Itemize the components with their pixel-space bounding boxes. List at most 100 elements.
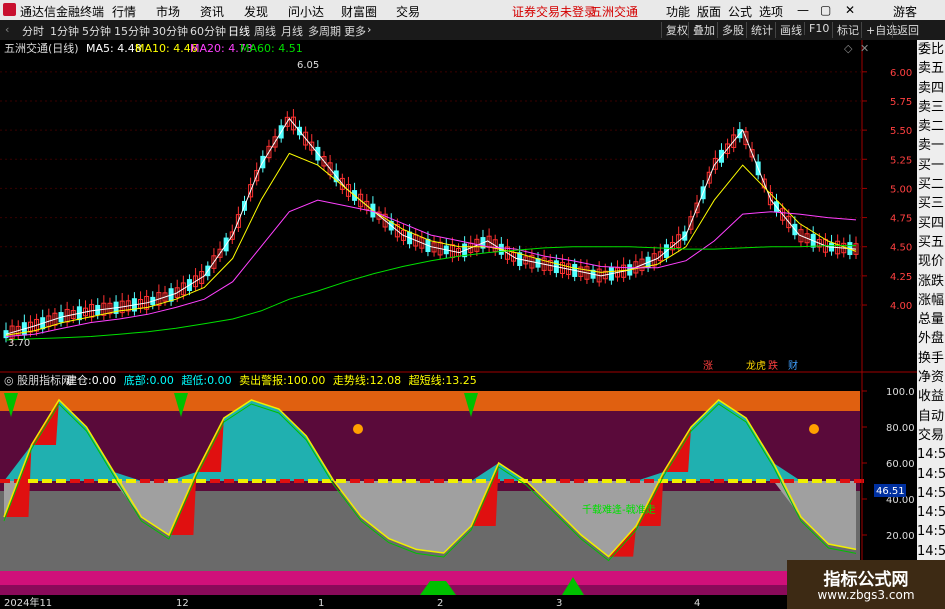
watermark-url: www.zbgs3.com [817, 588, 915, 602]
indicator-y-tick: 20.00 [886, 531, 915, 542]
quote-panel-item[interactable]: 卖四 [917, 79, 945, 98]
title-bar: 通达信金融终端 行情 市场 资讯 发现 问小达 财富圈 交易 证券交易未登录 五… [0, 0, 945, 20]
minimize-button[interactable]: — [797, 3, 809, 17]
period-daily[interactable]: 日线 [228, 23, 250, 39]
quote-panel-item[interactable]: 委比 [917, 40, 945, 59]
period-toolbar: ‹ 分时 1分钟 5分钟 15分钟 30分钟 60分钟 日线 周线 月线 多周期… [0, 20, 945, 41]
site-watermark: 指标公式网 www.zbgs3.com [787, 560, 945, 609]
close-button[interactable]: ✕ [845, 3, 855, 17]
menu-item-news[interactable]: 资讯 [200, 3, 224, 20]
indicator-chart[interactable]: 100.080.0060.0040.0020.00 千载难逢-戟准走 ◎ 股朋指… [0, 373, 917, 609]
quote-panel-item[interactable]: 买五 [917, 233, 945, 252]
quote-panel-item[interactable]: 卖二 [917, 117, 945, 136]
menu-item-trade[interactable]: 交易 [396, 3, 420, 20]
user-label[interactable]: 游客 [893, 3, 917, 20]
quote-panel-item[interactable]: 总量 [917, 310, 945, 329]
menu-item-market[interactable]: 市场 [156, 3, 180, 20]
event-tag-finance[interactable]: 财 [788, 359, 798, 372]
watermark-title: 指标公式网 [823, 570, 909, 590]
quote-panel-item[interactable]: 涨幅 [917, 291, 945, 310]
period-multi[interactable]: 多周期 [308, 23, 341, 39]
tool-overlay[interactable]: 叠加 [688, 22, 715, 38]
menu-item-ask[interactable]: 问小达 [288, 3, 324, 20]
quote-panel-item[interactable]: 换手 [917, 349, 945, 368]
menu-item-wealth[interactable]: 财富圈 [341, 3, 377, 20]
indicator-values: 建仓:0.00 底部:0.00 超低:0.00 卖出警报:100.00 走势线:… [66, 373, 477, 387]
settings-diamond-icon[interactable]: ◇ [844, 42, 853, 55]
tool-multi-stock[interactable]: 多股 [717, 22, 744, 38]
signal-annotation: 千载难逢-戟准走 [582, 503, 656, 516]
tool-mark[interactable]: 标记 [832, 22, 859, 38]
tool-stats[interactable]: 统计 [746, 22, 773, 38]
quote-panel-item[interactable]: 净资 [917, 368, 945, 387]
period-monthly[interactable]: 月线 [281, 23, 303, 39]
quote-panel-item[interactable]: 14:56 [917, 465, 945, 484]
chevron-right-icon[interactable]: › [367, 23, 371, 36]
back-icon[interactable]: ‹ [5, 23, 9, 36]
tool-back[interactable]: 返回 [892, 22, 919, 38]
quote-panel-item[interactable]: 收益 [917, 387, 945, 406]
quote-panel-item[interactable]: 买三 [917, 194, 945, 213]
y-tick-label: 6.00 [890, 68, 912, 79]
x-label: 2024年11 [4, 596, 52, 609]
period-more[interactable]: 更多 [344, 23, 366, 39]
event-tag-dragon[interactable]: 龙虎 [746, 359, 766, 372]
menu-item-formula[interactable]: 公式 [728, 3, 752, 20]
menu-item-quotes[interactable]: 行情 [112, 3, 136, 20]
quote-panel-item[interactable]: 14:56 [917, 522, 945, 541]
login-warning[interactable]: 证券交易未登录 [512, 3, 596, 20]
quote-panel-item[interactable]: 14:56 [917, 503, 945, 522]
ma10-label: MA10: 4.46 [135, 42, 198, 55]
quote-panel-item[interactable]: 14:56 [917, 445, 945, 464]
quote-side-panel: 委比 卖五 卖四 卖三 卖二 卖一 买一 买二 买三 买四 买五 现价 涨跌 涨幅 总量 外盘 换手 净资 收益 自动… [917, 40, 945, 609]
quote-panel-item[interactable]: 交易 [917, 426, 945, 445]
quote-panel-item[interactable]: 14:56 [917, 484, 945, 503]
x-label: 3 [556, 598, 562, 609]
maximize-button[interactable]: ▢ [820, 3, 831, 17]
y-tick-label: 4.25 [890, 272, 912, 283]
y-tick-label: 5.50 [890, 126, 912, 137]
indicator-y-tick: 60.00 [886, 459, 915, 470]
quote-panel-item[interactable]: 买一 [917, 156, 945, 175]
tool-draw[interactable]: 画线 [775, 22, 802, 38]
quote-panel-item[interactable]: 现价 [917, 252, 945, 271]
period-intraday[interactable]: 分时 [22, 23, 44, 39]
quote-panel-item[interactable]: 卖五 [917, 59, 945, 78]
tool-adjust[interactable]: 复权 [661, 22, 688, 38]
period-15min[interactable]: 15分钟 [114, 23, 150, 39]
quote-panel-item[interactable]: 涨跌 [917, 272, 945, 291]
menu-item-options[interactable]: 选项 [759, 3, 783, 20]
current-stock: 五洲交通 [590, 5, 639, 19]
quote-panel-item[interactable]: 买二 [917, 175, 945, 194]
menu-item-function[interactable]: 功能 [666, 3, 690, 20]
price-chart[interactable]: 6.00 5.75 5.50 5.25 5.00 4.75 4.50 4.25 4.00 五洲交… [0, 40, 917, 373]
period-30min[interactable]: 30分钟 [152, 23, 188, 39]
low-price-label: 3.70 [8, 338, 30, 349]
event-tag-down[interactable]: 跌 [768, 359, 778, 372]
quote-panel-item[interactable]: 卖一 [917, 136, 945, 155]
alert-dot-icon [809, 424, 819, 434]
menu-item-discover[interactable]: 发现 [244, 3, 268, 20]
quote-panel-item[interactable]: 14:56 [917, 542, 945, 561]
high-price-label: 6.05 [297, 60, 319, 71]
period-5min[interactable]: 5分钟 [82, 23, 111, 39]
x-label: 2 [437, 598, 443, 609]
ma60-label: MA60: 4.51 [240, 42, 303, 55]
quote-panel-item[interactable]: 外盘 [917, 329, 945, 348]
indicator-y-tick: 100.0 [886, 387, 915, 398]
tool-f10[interactable]: F10 [804, 22, 829, 35]
quote-panel-item[interactable]: 自动 [917, 407, 945, 426]
y-tick-label: 5.25 [890, 155, 912, 166]
y-tick-label: 4.75 [890, 214, 912, 225]
period-60min[interactable]: 60分钟 [190, 23, 226, 39]
period-weekly[interactable]: 周线 [254, 23, 276, 39]
period-1min[interactable]: 1分钟 [50, 23, 79, 39]
close-panel-icon[interactable]: ✕ [860, 42, 869, 55]
ma5-label: MA5: 4.48 [86, 42, 142, 55]
quote-panel-item[interactable]: 买四 [917, 214, 945, 233]
event-tag-up[interactable]: 涨 [703, 360, 713, 372]
alert-dot-icon [353, 424, 363, 434]
menu-item-layout[interactable]: 版面 [697, 3, 721, 20]
x-label: 4 [694, 598, 700, 609]
quote-panel-item[interactable]: 卖三 [917, 98, 945, 117]
